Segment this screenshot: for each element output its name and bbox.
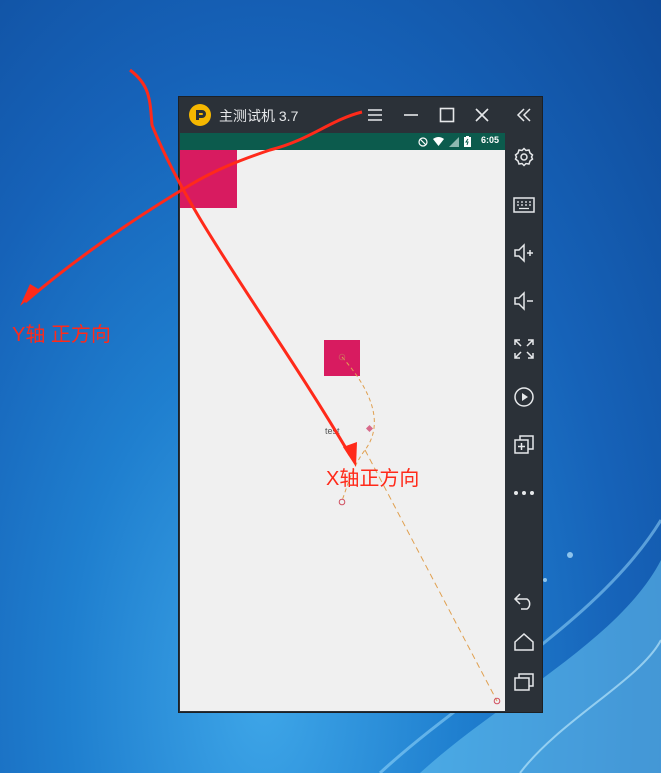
fullscreen-button[interactable] [509, 334, 539, 364]
home-icon [514, 632, 534, 651]
path-mid-point [338, 498, 346, 506]
menu-icon [368, 109, 382, 121]
back-icon [513, 593, 531, 610]
multi-window-button[interactable] [509, 430, 539, 460]
fullscreen-icon [514, 339, 534, 359]
keyboard-button[interactable] [509, 190, 539, 220]
settings-icon [514, 147, 534, 167]
home-button[interactable] [509, 627, 539, 657]
no-sim-icon [418, 136, 428, 147]
collapse-icon [516, 108, 531, 122]
close-icon [475, 108, 489, 122]
maximize-icon [439, 107, 455, 123]
settings-button[interactable] [509, 142, 539, 172]
menu-button[interactable] [363, 103, 387, 127]
signal-icon [449, 136, 459, 147]
back-button[interactable] [509, 586, 539, 616]
device-screen[interactable]: test [180, 150, 505, 711]
status-time: 6:05 [480, 135, 499, 145]
record-icon [514, 387, 534, 407]
emulator-sidebar [505, 97, 542, 712]
y-axis-annotation: Y轴 正方向 [12, 324, 111, 346]
more-icon [514, 491, 534, 495]
x-axis-annotation: X轴正方向 [326, 468, 420, 490]
close-button[interactable] [470, 103, 494, 127]
keyboard-icon [513, 197, 535, 213]
title-bar: 主测试机 3.7 [179, 97, 505, 133]
volume-down-button[interactable] [509, 286, 539, 316]
bezier-path [338, 353, 501, 705]
window-title: 主测试机 3.7 [219, 108, 299, 124]
record-button[interactable] [509, 382, 539, 412]
maximize-button[interactable] [435, 103, 459, 127]
status-icons [418, 135, 471, 148]
wifi-icon [433, 136, 444, 146]
recents-icon [514, 673, 534, 691]
app-logo-icon [189, 104, 211, 126]
volume-down-icon [514, 291, 533, 311]
multi-window-icon [514, 435, 534, 454]
recents-button[interactable] [509, 667, 539, 697]
control-point [365, 424, 374, 433]
collapse-button[interactable] [509, 100, 539, 130]
android-status-bar: 6:05 [180, 133, 505, 150]
battery-icon [464, 136, 471, 147]
volume-up-button[interactable] [509, 238, 539, 268]
more-button[interactable] [509, 478, 539, 508]
emulator-window: 主测试机 3.7 6:05 test [179, 97, 542, 712]
volume-up-icon [514, 243, 533, 263]
minimize-button[interactable] [399, 103, 423, 127]
minimize-icon [404, 114, 418, 116]
